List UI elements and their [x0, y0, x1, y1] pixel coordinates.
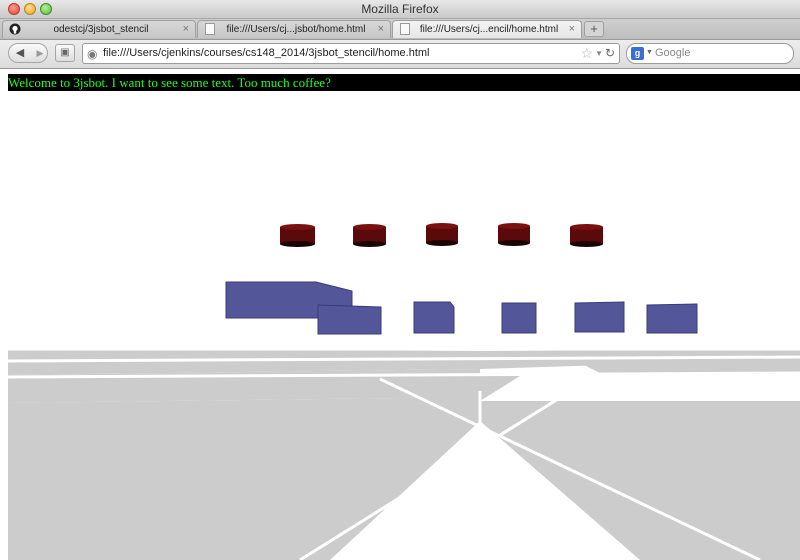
window-title: Mozilla Firefox: [361, 2, 439, 16]
link-box: [501, 302, 537, 334]
page-icon: [205, 23, 215, 35]
tab-label: file:///Users/cj...jsbot/home.html: [226, 24, 366, 35]
extension-button[interactable]: ▣: [55, 44, 75, 62]
page-icon: [400, 23, 410, 35]
tab-close-icon[interactable]: ×: [183, 23, 189, 35]
forward-arrow-icon[interactable]: ▶: [33, 44, 47, 62]
tab-close-icon[interactable]: ×: [569, 23, 575, 35]
title-bar: Mozilla Firefox: [0, 0, 800, 19]
github-icon: [9, 23, 21, 35]
page-content: Welcome to 3jsbot. I want to see some te…: [0, 69, 800, 560]
url-text[interactable]: file:///Users/cjenkins/courses/cs148_201…: [103, 47, 430, 59]
joint-cylinder: [570, 224, 603, 247]
joint-cylinder: [353, 224, 386, 247]
globe-icon: ◉: [87, 47, 98, 61]
url-history-dropdown-icon[interactable]: ▼: [595, 49, 603, 58]
tab-strip: odestcj/3jsbot_stencil × file:///Users/c…: [0, 19, 800, 40]
browser-window: Mozilla Firefox odestcj/3jsbot_stencil ×…: [0, 0, 800, 560]
back-forward-group: ◀ ▶: [8, 43, 48, 63]
link-box: [646, 303, 698, 334]
tab-label: file:///Users/cj...encil/home.html: [419, 24, 559, 35]
link-box: [574, 301, 625, 333]
search-bar[interactable]: g ▼ Google: [626, 43, 794, 64]
3d-scene: [7, 223, 800, 560]
floor-grid: [8, 348, 800, 560]
google-engine-icon[interactable]: g: [631, 47, 644, 60]
tab-close-icon[interactable]: ×: [378, 23, 384, 35]
joint-cylinder: [280, 224, 315, 247]
tab-home-stencil[interactable]: file:///Users/cj...encil/home.html ×: [392, 20, 582, 38]
url-bar[interactable]: ◉ file:///Users/cjenkins/courses/cs148_2…: [82, 43, 620, 64]
navigation-toolbar: ◀ ▶ ▣ ◉ file:///Users/cjenkins/courses/c…: [0, 40, 800, 69]
welcome-banner: Welcome to 3jsbot. I want to see some te…: [8, 74, 800, 91]
bookmark-star-icon[interactable]: ☆: [580, 45, 593, 62]
reload-icon[interactable]: ↻: [605, 46, 615, 60]
joints: [280, 223, 603, 247]
search-engine-dropdown-icon[interactable]: ▼: [646, 49, 653, 56]
new-tab-button[interactable]: +: [584, 21, 604, 37]
tab-github[interactable]: odestcj/3jsbot_stencil ×: [2, 20, 196, 38]
tab-label: odestcj/3jsbot_stencil: [53, 24, 149, 35]
link-box: [317, 304, 382, 335]
3d-scene-canvas[interactable]: [0, 91, 800, 560]
link-box: [413, 301, 455, 334]
back-arrow-icon[interactable]: ◀: [9, 44, 31, 62]
tab-home-jsbot[interactable]: file:///Users/cj...jsbot/home.html ×: [197, 20, 391, 38]
search-placeholder: Google: [655, 47, 691, 59]
joint-cylinder: [498, 223, 530, 246]
joint-cylinder: [426, 223, 458, 246]
floor-tile: [480, 421, 800, 560]
links: [225, 281, 698, 335]
